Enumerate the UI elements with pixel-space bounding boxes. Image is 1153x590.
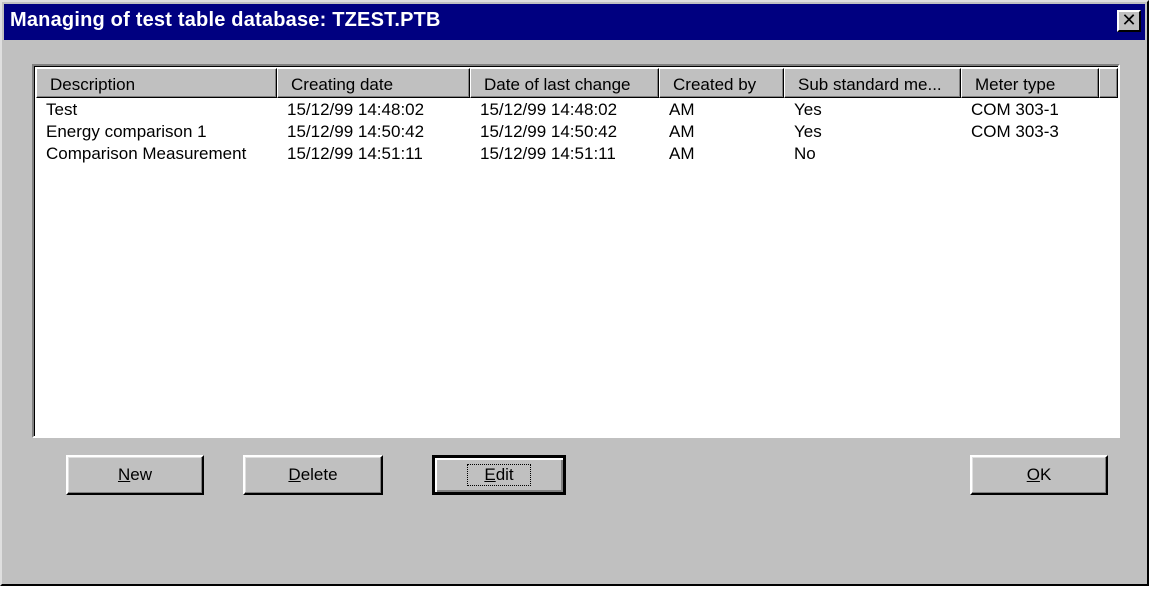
ok-button-label: OK <box>1026 465 1052 484</box>
column-header-created-by[interactable]: Created by <box>659 68 784 98</box>
cell-sub-standard: Yes <box>794 122 822 141</box>
cell-meter-type <box>961 143 1099 165</box>
cell-meter-type: COM 303-1 <box>971 100 1059 119</box>
table-row[interactable]: Comparison Measurement 15/12/99 14:51:11… <box>36 143 1118 165</box>
cell-sub-standard: Yes <box>794 100 822 119</box>
cell-description: Comparison Measurement <box>46 144 247 163</box>
column-header-filler <box>1099 68 1118 98</box>
cell-last-change: 15/12/99 14:48:02 <box>480 100 618 119</box>
cell-created-by: AM <box>669 144 695 163</box>
new-button[interactable]: New <box>66 455 204 495</box>
title-bar[interactable]: Managing of test table database: TZEST.P… <box>4 4 1145 40</box>
list-header: Description Creating date Date of last c… <box>36 68 1118 98</box>
delete-button[interactable]: Delete <box>243 455 383 495</box>
cell-description: Test <box>46 100 78 119</box>
close-icon: ✕ <box>1121 10 1137 31</box>
ok-button[interactable]: OK <box>970 455 1108 495</box>
cell-sub-standard: No <box>794 144 816 163</box>
column-header-last-change[interactable]: Date of last change <box>470 68 659 98</box>
table-row[interactable]: Test 15/12/99 14:48:02 15/12/99 14:48:02… <box>36 99 1118 121</box>
new-button-label: New <box>117 465 152 484</box>
cell-creating-date: 15/12/99 14:50:42 <box>287 122 425 141</box>
column-header-description[interactable]: Description <box>36 68 277 98</box>
window-title: Managing of test table database: TZEST.P… <box>10 9 441 31</box>
close-button[interactable]: ✕ <box>1117 10 1141 32</box>
cell-created-by: AM <box>669 100 695 119</box>
cell-creating-date: 15/12/99 14:48:02 <box>287 100 425 119</box>
cell-last-change: 15/12/99 14:51:11 <box>480 144 616 163</box>
delete-button-label: Delete <box>288 465 338 484</box>
cell-creating-date: 15/12/99 14:51:11 <box>287 144 423 163</box>
cell-description: Energy comparison 1 <box>46 122 207 141</box>
list-rows: Test 15/12/99 14:48:02 15/12/99 14:48:02… <box>36 99 1118 165</box>
column-header-creating-date[interactable]: Creating date <box>277 68 470 98</box>
cell-created-by: AM <box>669 122 695 141</box>
table-row[interactable]: Energy comparison 1 15/12/99 14:50:42 15… <box>36 121 1118 143</box>
test-table-list[interactable]: Description Creating date Date of last c… <box>32 64 1120 438</box>
column-header-sub-standard[interactable]: Sub standard me... <box>784 68 961 98</box>
edit-button-label: Edit <box>467 464 531 486</box>
dialog-window: Managing of test table database: TZEST.P… <box>0 0 1149 586</box>
cell-last-change: 15/12/99 14:50:42 <box>480 122 618 141</box>
cell-meter-type: COM 303-3 <box>971 122 1059 141</box>
edit-button[interactable]: Edit <box>432 455 566 495</box>
column-header-meter-type[interactable]: Meter type <box>961 68 1099 98</box>
